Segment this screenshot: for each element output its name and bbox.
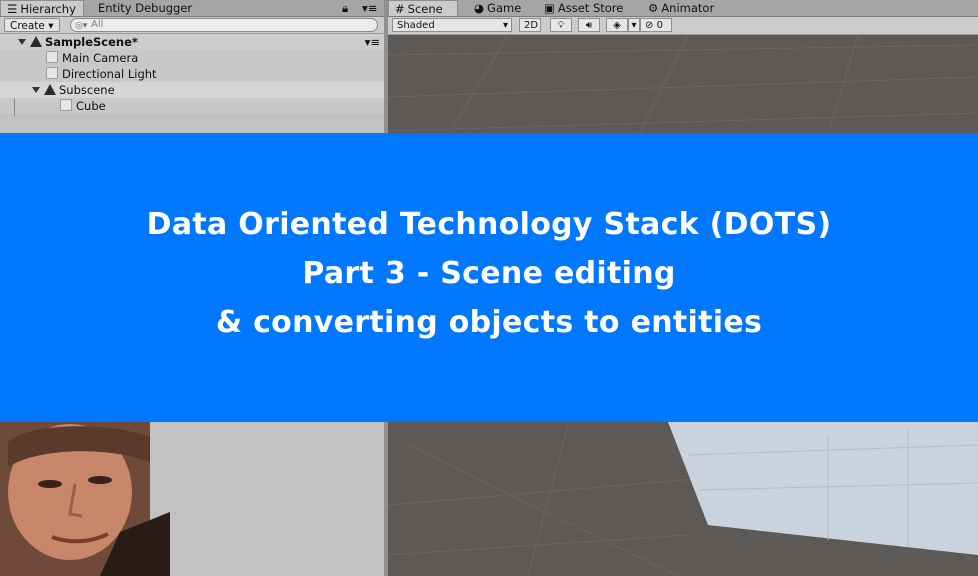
scene-tabbar: # Scene ◕ Game ▣ Asset Store ⚙ Animator [388, 0, 978, 17]
effects-dropdown-icon[interactable]: ▾ [628, 18, 640, 32]
hierarchy-tabbar: ☰ Hierarchy Entity Debugger 🔒︎ ▾≡ [0, 0, 384, 17]
tab-game[interactable]: ◕ Game [468, 0, 527, 16]
banner-title-line2: Part 3 - Scene editing [302, 256, 676, 291]
hierarchy-row-samplescene[interactable]: SampleScene* ▾≡ [0, 34, 384, 50]
lighting-toggle-icon[interactable]: 💡︎ [550, 18, 572, 32]
title-banner: Data Oriented Technology Stack (DOTS) Pa… [0, 133, 978, 422]
banner-title-line3: & converting objects to entities [215, 305, 763, 340]
search-input[interactable]: ◎▾ All [70, 18, 378, 32]
tab-animator[interactable]: ⚙ Animator [642, 0, 720, 16]
tab-hierarchy[interactable]: ☰ Hierarchy [0, 0, 84, 16]
chevron-down-icon: ▾ [502, 20, 508, 31]
pacman-icon: ◕ [474, 1, 485, 15]
hierarchy-row-cube[interactable]: Cube [0, 98, 384, 114]
2d-toggle-button[interactable]: 2D [519, 18, 541, 32]
tree-guide-line [14, 98, 15, 116]
hierarchy-toolbar: Create ▾ ◎▾ All [0, 17, 384, 34]
panel-menu-icon[interactable]: ▾≡ [362, 0, 377, 16]
grid-icon: # [395, 2, 405, 16]
hierarchy-row-subscene[interactable]: Subscene [0, 82, 384, 98]
tab-scene[interactable]: # Scene [388, 0, 458, 16]
effects-toggle-icon[interactable]: ◈ [606, 18, 628, 32]
hierarchy-row-directional-light[interactable]: Directional Light [0, 66, 384, 82]
animator-icon: ⚙ [648, 1, 659, 15]
expand-arrow-icon[interactable] [18, 39, 26, 45]
cube-object [668, 422, 978, 555]
audio-toggle-icon[interactable]: 🔊︎ [578, 18, 600, 32]
cube-icon [60, 99, 72, 111]
create-button[interactable]: Create ▾ [4, 18, 60, 32]
bag-icon: ▣ [544, 1, 555, 15]
cube-icon [46, 51, 58, 63]
lock-icon[interactable]: 🔒︎ [342, 0, 348, 16]
list-icon: ☰ [7, 2, 18, 16]
tab-asset-store[interactable]: ▣ Asset Store [538, 0, 629, 16]
unity-icon [44, 84, 56, 95]
banner-title-line1: Data Oriented Technology Stack (DOTS) [146, 207, 832, 242]
hidden-objects-toggle[interactable]: ⊘ 0 [640, 18, 672, 32]
expand-arrow-icon[interactable] [32, 87, 40, 93]
scene-menu-icon[interactable]: ▾≡ [365, 34, 380, 50]
shading-mode-dropdown[interactable]: Shaded ▾ [392, 18, 512, 32]
scene-toolbar: Shaded ▾ 2D 💡︎ 🔊︎ ◈ ▾ ⊘ 0 [388, 17, 978, 35]
presenter-photo [0, 422, 170, 576]
cube-icon [46, 67, 58, 79]
hierarchy-row-main-camera[interactable]: Main Camera [0, 50, 384, 66]
eye-slash-icon: ⊘ [645, 20, 654, 31]
search-icon: ◎▾ [75, 21, 88, 31]
tab-entity-debugger[interactable]: Entity Debugger [92, 0, 198, 16]
unity-icon [30, 36, 42, 47]
